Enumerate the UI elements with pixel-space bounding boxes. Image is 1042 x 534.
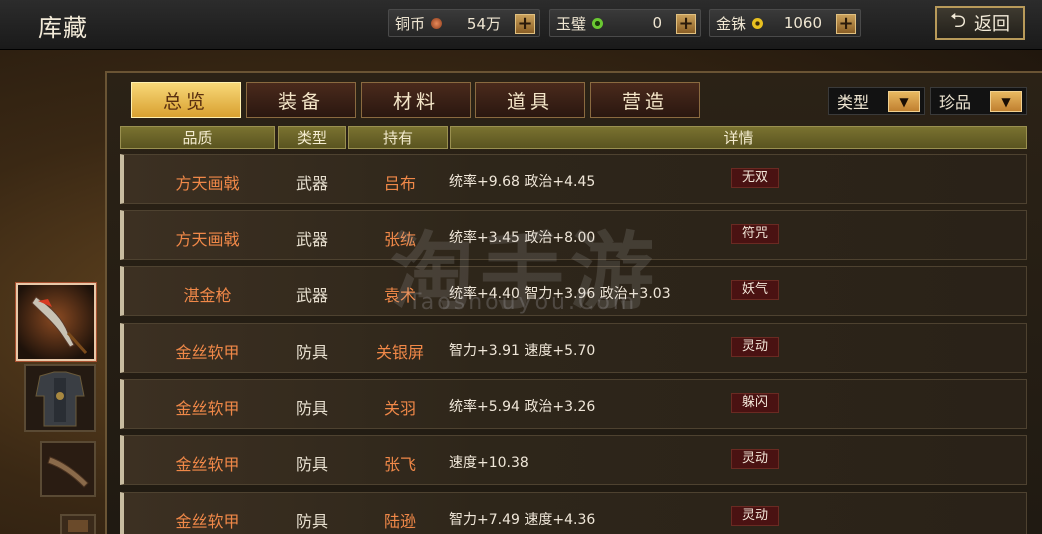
item-type: 防具	[295, 343, 328, 362]
thumbnail-weapon[interactable]	[40, 441, 96, 497]
item-type: 防具	[295, 455, 328, 474]
item-type: 防具	[295, 399, 328, 418]
item-owner: 袁术	[383, 286, 416, 305]
item-name: 金丝软甲	[175, 455, 240, 474]
item-name: 方天画戟	[175, 230, 240, 249]
currency-value: 0	[652, 14, 662, 32]
item-owner: 吕布	[383, 174, 416, 193]
add-copper-button[interactable]: +	[515, 14, 535, 34]
currency-value: 1060	[783, 14, 822, 32]
item-type: 武器	[295, 230, 328, 249]
page-title: 库藏	[38, 14, 88, 42]
table-row[interactable]: 方天画戟 武器 张纮 统率+3.45 政治+8.00 符咒	[120, 210, 1027, 260]
jade-coin-icon	[592, 17, 604, 29]
tab-items[interactable]: 道具	[475, 82, 585, 118]
item-name: 金丝软甲	[175, 343, 240, 362]
currency-jade: 玉璧 0 +	[549, 9, 701, 37]
skill-badge: 无双	[731, 168, 779, 188]
weapon-icon	[42, 443, 94, 495]
currency-value: 54万	[466, 14, 501, 33]
item-name: 金丝软甲	[175, 512, 240, 531]
skill-badge: 妖气	[731, 280, 779, 300]
skill-badge: 躲闪	[731, 393, 779, 413]
inventory-panel: 总览 装备 材料 道具 营造 类型 ▼ 珍品 ▼ 品质 类型 持有 详情 方天画…	[105, 71, 1042, 534]
filter-label: 类型	[837, 93, 870, 112]
item-stats: 统率+3.45 政治+8.00	[449, 230, 596, 246]
skill-badge: 灵动	[731, 506, 779, 526]
tab-overview[interactable]: 总览	[131, 82, 241, 118]
column-header-type[interactable]: 类型	[278, 126, 346, 149]
item-stats: 统率+9.68 政治+4.45	[449, 174, 596, 190]
back-label: 返回	[974, 14, 1011, 35]
copper-coin-icon	[431, 17, 443, 29]
column-header-quality[interactable]: 品质	[120, 126, 275, 149]
table-row[interactable]: 金丝软甲 防具 陆逊 智力+7.49 速度+4.36 灵动	[120, 492, 1027, 534]
table-row[interactable]: 金丝软甲 防具 张飞 速度+10.38 灵动	[120, 435, 1027, 485]
item-name: 湛金枪	[183, 286, 232, 305]
column-header-details: 详情	[450, 126, 1027, 149]
item-stats: 统率+5.94 政治+3.26	[449, 399, 596, 415]
currency-name: 玉璧	[556, 14, 587, 33]
halberd-icon	[18, 285, 94, 359]
currency-gold: 金铢 1060 +	[709, 9, 861, 37]
back-button[interactable]: ⮌ 返回	[935, 6, 1025, 40]
gold-coin-icon	[752, 17, 764, 29]
item-owner: 张纮	[383, 230, 416, 249]
skill-badge: 符咒	[731, 224, 779, 244]
thumbnail-armor[interactable]	[24, 364, 96, 432]
chevron-down-icon[interactable]: ▼	[990, 91, 1022, 112]
table-row[interactable]: 金丝软甲 防具 关羽 统率+5.94 政治+3.26 躲闪	[120, 379, 1027, 429]
table-row[interactable]: 金丝软甲 防具 关银屏 智力+3.91 速度+5.70 灵动	[120, 323, 1027, 373]
add-jade-button[interactable]: +	[676, 14, 696, 34]
item-owner: 张飞	[383, 455, 416, 474]
back-arrow-icon: ⮌	[949, 8, 967, 32]
currency-name: 铜币	[395, 14, 426, 33]
tab-construction[interactable]: 营造	[590, 82, 700, 118]
rarity-filter-dropdown[interactable]: 珍品 ▼	[930, 87, 1027, 115]
item-stats: 统率+4.40 智力+3.96 政治+3.03	[449, 286, 671, 302]
top-bar: 库藏 铜币 54万 + 玉璧 0 + 金铢 1060 + ⮌ 返回	[0, 0, 1042, 50]
add-gold-button[interactable]: +	[836, 14, 856, 34]
item-type: 防具	[295, 512, 328, 531]
thumbnail-halberd[interactable]	[16, 283, 96, 361]
table-row[interactable]: 湛金枪 武器 袁术 统率+4.40 智力+3.96 政治+3.03 妖气	[120, 266, 1027, 316]
item-owner: 关银屏	[375, 343, 424, 362]
item-name: 金丝软甲	[175, 399, 240, 418]
table-row[interactable]: 方天画戟 武器 吕布 统率+9.68 政治+4.45 无双	[120, 154, 1027, 204]
item-stats: 速度+10.38	[449, 455, 529, 471]
item-name: 方天画戟	[175, 174, 240, 193]
chevron-down-icon[interactable]: ▼	[888, 91, 920, 112]
item-type: 武器	[295, 174, 328, 193]
skill-badge: 灵动	[731, 449, 779, 469]
currency-copper: 铜币 54万 +	[388, 9, 540, 37]
tab-equipment[interactable]: 装备	[246, 82, 356, 118]
tab-materials[interactable]: 材料	[361, 82, 471, 118]
item-stats: 智力+7.49 速度+4.36	[449, 512, 596, 528]
currency-name: 金铢	[716, 14, 747, 33]
item-stats: 智力+3.91 速度+5.70	[449, 343, 596, 359]
column-header-owner[interactable]: 持有	[348, 126, 448, 149]
item-type: 武器	[295, 286, 328, 305]
skill-badge: 灵动	[731, 337, 779, 357]
armor-icon	[26, 366, 94, 430]
item-owner: 关羽	[383, 399, 416, 418]
type-filter-dropdown[interactable]: 类型 ▼	[828, 87, 925, 115]
item-owner: 陆逊	[383, 512, 416, 531]
thumbnail-item[interactable]	[60, 514, 96, 534]
filter-label: 珍品	[939, 93, 972, 112]
item-icon	[62, 516, 94, 534]
